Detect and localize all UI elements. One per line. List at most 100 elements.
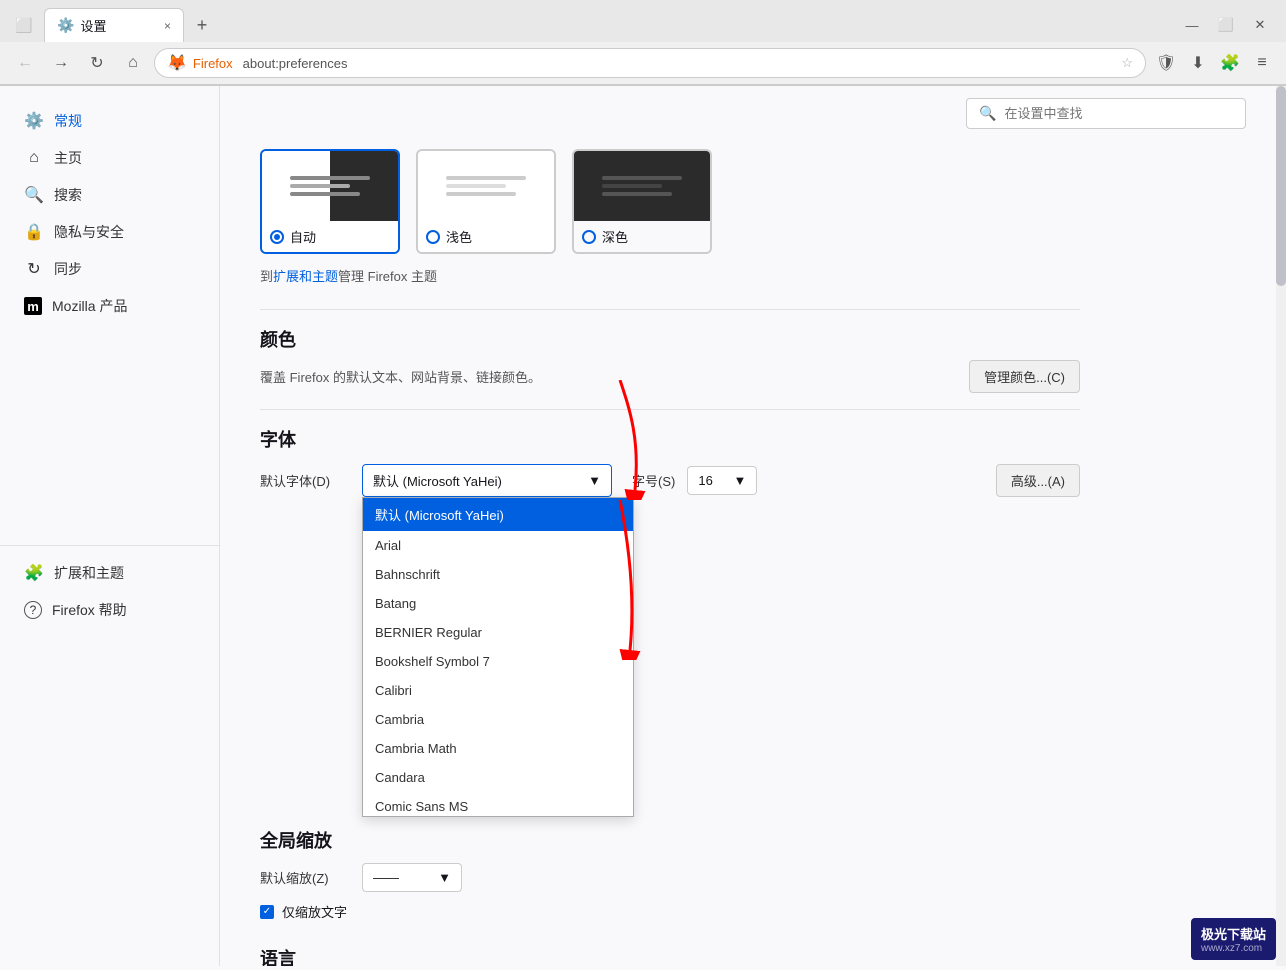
font-option-arial[interactable]: Arial xyxy=(363,531,633,560)
font-option-bookshelf[interactable]: Bookshelf Symbol 7 xyxy=(363,647,633,676)
preview-line xyxy=(290,184,350,188)
font-title: 字体 xyxy=(260,426,1080,452)
search-nav-icon: 🔍 xyxy=(24,185,44,205)
sidebar-item-general[interactable]: ⚙️ 常规 xyxy=(8,103,211,139)
divider-1 xyxy=(260,309,1080,310)
address-bar[interactable]: 🦊 Firefox about:preferences ☆ xyxy=(154,48,1146,78)
address-url: about:preferences xyxy=(243,56,348,71)
address-brand: Firefox xyxy=(193,56,233,71)
sidebar-item-sync[interactable]: ↻ 同步 xyxy=(8,251,211,287)
browser-chrome: ⬜ ⚙️ 设置 × + — ⬜ ✕ ← → ↻ ⌂ 🦊 Firefox abou… xyxy=(0,0,1286,86)
close-window-button[interactable]: ✕ xyxy=(1246,11,1274,39)
watermark: 极光下载站 www.xz7.com xyxy=(1191,918,1276,960)
font-option-cambria-math[interactable]: Cambria Math xyxy=(363,734,633,763)
sidebar-item-help[interactable]: ? Firefox 帮助 xyxy=(8,592,211,628)
help-icon: ? xyxy=(24,601,42,619)
nav-bar: ← → ↻ ⌂ 🦊 Firefox about:preferences ☆ 🛡 … xyxy=(0,42,1286,85)
manage-colors-button[interactable]: 管理颜色...(C) xyxy=(969,360,1080,393)
zoom-row: 默认缩放(Z) —— ▼ xyxy=(260,863,1080,892)
new-tab-button[interactable]: + xyxy=(188,11,216,39)
font-select-dropdown[interactable]: 默认 (Microsoft YaHei) ▼ 默认 (Microsoft YaH… xyxy=(362,464,612,497)
extensions-nav-icon: 🧩 xyxy=(24,563,44,583)
restore-button[interactable]: ⬜ xyxy=(1212,11,1240,39)
size-select[interactable]: 16 ▼ xyxy=(687,466,757,495)
font-option-cambria[interactable]: Cambria xyxy=(363,705,633,734)
sidebar-item-extensions[interactable]: 🧩 扩展和主题 xyxy=(8,555,211,591)
size-value: 16 xyxy=(698,473,712,488)
watermark-site: 极光下载站 xyxy=(1201,924,1266,943)
sidebar: ⚙️ 常规 ⌂ 主页 🔍 搜索 🔒 隐私与安全 ↻ 同步 m Mozilla 产… xyxy=(0,86,220,966)
content-area: 🔍 自动 xyxy=(220,86,1286,966)
zoom-section: 全局缩放 默认缩放(Z) —— ▼ ✓ 仅缩放文字 xyxy=(260,827,1080,921)
minimize-button[interactable]: — xyxy=(1178,11,1206,39)
refresh-button[interactable]: ↻ xyxy=(82,48,112,78)
font-option-calibri[interactable]: Calibri xyxy=(363,676,633,705)
theme-dark-card[interactable]: 深色 xyxy=(572,149,712,254)
theme-light-preview xyxy=(418,151,554,221)
theme-auto-card[interactable]: 自动 xyxy=(260,149,400,254)
back-button[interactable]: ← xyxy=(10,48,40,78)
zoom-arrow-icon: ▼ xyxy=(438,870,451,885)
bookmark-icon[interactable]: ☆ xyxy=(1121,55,1133,71)
checkbox-row: ✓ 仅缩放文字 xyxy=(260,902,1080,921)
theme-link[interactable]: 扩展和主题 xyxy=(273,269,338,284)
theme-dark-preview xyxy=(574,151,710,221)
sidebar-item-privacy[interactable]: 🔒 隐私与安全 xyxy=(8,214,211,250)
search-icon: 🔍 xyxy=(979,105,996,122)
forward-button[interactable]: → xyxy=(46,48,76,78)
settings-search-box[interactable]: 🔍 xyxy=(966,98,1246,129)
sidebar-item-search[interactable]: 🔍 搜索 xyxy=(8,177,211,213)
preview-line xyxy=(602,184,662,188)
tab-settings-icon: ⚙️ xyxy=(57,17,74,34)
shield-icon[interactable]: 🛡 xyxy=(1152,49,1180,77)
lock-icon: 🔒 xyxy=(24,222,44,242)
font-dropdown-list: 默认 (Microsoft YaHei) Arial Bahnschrift B… xyxy=(362,497,634,817)
content-inner: 自动 浅色 xyxy=(220,129,1120,966)
font-option-bernier[interactable]: BERNIER Regular xyxy=(363,618,633,647)
theme-light-card[interactable]: 浅色 xyxy=(416,149,556,254)
dark-preview-lines xyxy=(594,168,690,204)
theme-dark-text: 深色 xyxy=(602,227,628,246)
zoom-select[interactable]: —— ▼ xyxy=(362,863,462,892)
theme-auto-preview xyxy=(262,151,398,221)
settings-tab[interactable]: ⚙️ 设置 × xyxy=(44,8,184,42)
radio-dark[interactable] xyxy=(582,230,596,244)
font-option-comic[interactable]: Comic Sans MS xyxy=(363,792,633,817)
scrollbar-thumb[interactable] xyxy=(1276,86,1286,286)
zoom-title: 全局缩放 xyxy=(260,827,1080,853)
theme-auto-label: 自动 xyxy=(262,221,398,252)
font-option-candara[interactable]: Candara xyxy=(363,763,633,792)
extensions-icon[interactable]: 🧩 xyxy=(1216,49,1244,77)
auto-preview-lines xyxy=(282,168,378,204)
font-option-batang[interactable]: Batang xyxy=(363,589,633,618)
advanced-button[interactable]: 高级...(A) xyxy=(996,464,1080,497)
radio-auto[interactable] xyxy=(270,230,284,244)
tab-bar: ⬜ ⚙️ 设置 × + — ⬜ ✕ xyxy=(0,0,1286,42)
tab-close-button[interactable]: × xyxy=(164,19,171,33)
font-option-default[interactable]: 默认 (Microsoft YaHei) xyxy=(363,498,633,531)
sidebar-item-mozilla[interactable]: m Mozilla 产品 xyxy=(8,288,211,324)
sidebar-label-mozilla: Mozilla 产品 xyxy=(52,296,127,316)
sidebar-item-home[interactable]: ⌂ 主页 xyxy=(8,140,211,176)
firefox-logo-icon: 🦊 xyxy=(167,53,187,73)
preview-line xyxy=(290,192,360,196)
font-option-bahnschrift[interactable]: Bahnschrift xyxy=(363,560,633,589)
theme-cards: 自动 浅色 xyxy=(260,149,1080,254)
color-title: 颜色 xyxy=(260,326,1080,352)
scrollbar-track xyxy=(1276,86,1286,966)
tab-title: 设置 xyxy=(80,16,106,35)
light-preview-lines xyxy=(438,168,534,204)
selected-font-text: 默认 (Microsoft YaHei) xyxy=(373,471,502,490)
home-button[interactable]: ⌂ xyxy=(118,48,148,78)
search-input[interactable] xyxy=(1004,106,1233,121)
preview-line xyxy=(446,192,516,196)
more-button[interactable]: ≡ xyxy=(1248,49,1276,77)
download-icon[interactable]: ⬇ xyxy=(1184,49,1212,77)
tab-list-icon[interactable]: ⬜ xyxy=(8,17,40,34)
zoom-text-checkbox[interactable]: ✓ xyxy=(260,905,274,919)
theme-auto-text: 自动 xyxy=(290,227,316,246)
radio-light[interactable] xyxy=(426,230,440,244)
sidebar-label-privacy: 隐私与安全 xyxy=(54,222,124,242)
sync-icon: ↻ xyxy=(24,259,44,279)
nav-extra-buttons: 🛡 ⬇ 🧩 ≡ xyxy=(1152,49,1276,77)
